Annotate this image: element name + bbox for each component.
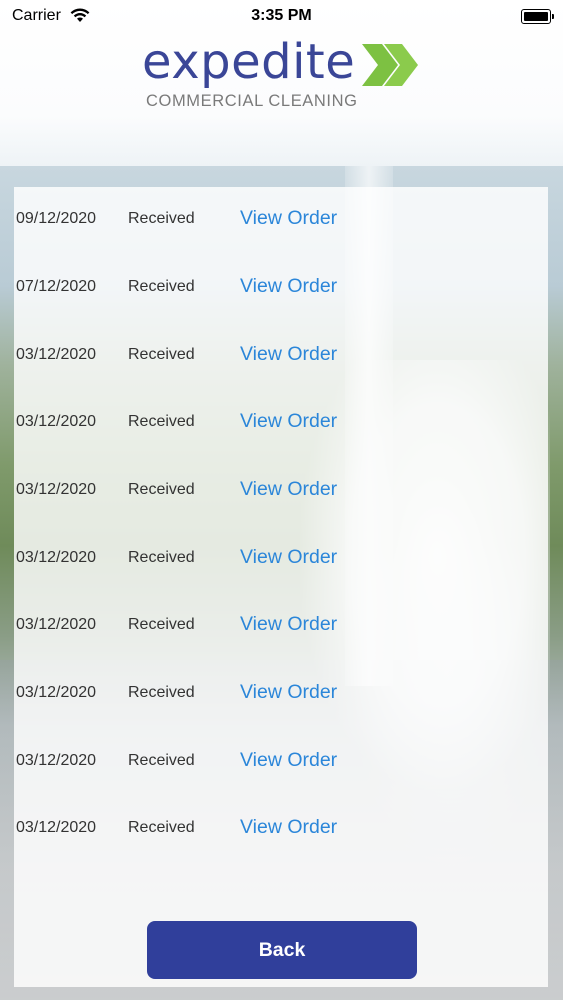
app-header: Carrier 3:35 PM expedite COMMERCIAL CLEA… — [0, 0, 563, 166]
order-date: 03/12/2020 — [16, 481, 97, 498]
order-date: 03/12/2020 — [16, 549, 97, 566]
list-item: 03/12/2020 Received View Order — [14, 672, 548, 712]
logo-tagline: COMMERCIAL CLEANING — [146, 92, 358, 110]
order-status: Received — [128, 549, 195, 566]
view-order-link[interactable]: View Order — [240, 613, 337, 636]
view-order-link[interactable]: View Order — [240, 207, 337, 230]
list-item: 03/12/2020 Received View Order — [14, 604, 548, 644]
order-status: Received — [128, 413, 195, 430]
list-item: 03/12/2020 Received View Order — [14, 807, 548, 847]
list-item: 03/12/2020 Received View Order — [14, 469, 548, 509]
order-date: 03/12/2020 — [16, 752, 97, 769]
order-status: Received — [128, 684, 195, 701]
order-date: 03/12/2020 — [16, 346, 97, 363]
view-order-link[interactable]: View Order — [240, 681, 337, 704]
view-order-link[interactable]: View Order — [240, 749, 337, 772]
order-status: Received — [128, 278, 195, 295]
order-status: Received — [128, 346, 195, 363]
battery-icon — [521, 9, 551, 24]
order-date: 03/12/2020 — [16, 413, 97, 430]
list-item: 03/12/2020 Received View Order — [14, 334, 548, 374]
list-item: 03/12/2020 Received View Order — [14, 537, 548, 577]
view-order-link[interactable]: View Order — [240, 343, 337, 366]
order-status: Received — [128, 481, 195, 498]
orders-panel — [14, 187, 548, 987]
view-order-link[interactable]: View Order — [240, 410, 337, 433]
view-order-link[interactable]: View Order — [240, 816, 337, 839]
view-order-link[interactable]: View Order — [240, 478, 337, 501]
list-item: 03/12/2020 Received View Order — [14, 740, 548, 780]
view-order-link[interactable]: View Order — [240, 546, 337, 569]
clock: 3:35 PM — [251, 7, 312, 24]
back-button[interactable]: Back — [147, 921, 417, 979]
list-item: 07/12/2020 Received View Order — [14, 266, 548, 306]
order-date: 09/12/2020 — [16, 210, 97, 227]
order-date: 03/12/2020 — [16, 819, 97, 836]
order-status: Received — [128, 752, 195, 769]
status-bar: Carrier 3:35 PM — [0, 0, 563, 34]
order-date: 03/12/2020 — [16, 616, 97, 633]
list-item: 03/12/2020 Received View Order — [14, 401, 548, 441]
logo-wordmark: expedite — [142, 34, 356, 90]
battery-tip-icon — [552, 14, 554, 19]
order-status: Received — [128, 616, 195, 633]
order-date: 07/12/2020 — [16, 278, 97, 295]
view-order-link[interactable]: View Order — [240, 275, 337, 298]
order-status: Received — [128, 210, 195, 227]
list-item: 09/12/2020 Received View Order — [14, 198, 548, 238]
chevron-right-icon — [360, 42, 422, 93]
order-date: 03/12/2020 — [16, 684, 97, 701]
order-status: Received — [128, 819, 195, 836]
